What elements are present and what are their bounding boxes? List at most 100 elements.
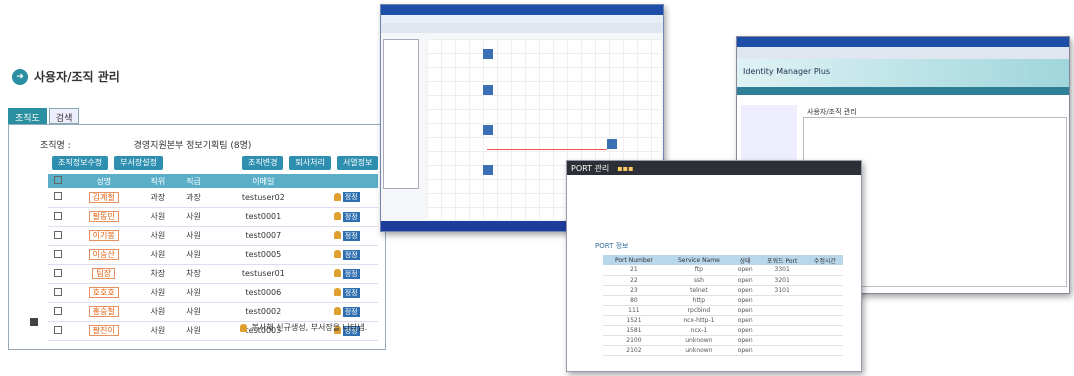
position-cell: 사원 (140, 302, 176, 322)
edit-button[interactable]: 정정 (342, 287, 360, 298)
user-name[interactable]: 팀장 (92, 268, 116, 279)
port-row: 1521 ncx-http-1 open (603, 315, 843, 326)
table-row[interactable]: 이기봉 사원 사원 test0007 정정 (48, 226, 378, 246)
grade-cell: 사원 (175, 207, 212, 227)
table-row[interactable]: 팔동민 사원 사원 test0001 정정 (48, 207, 378, 227)
user-table: 성명 직위 직급 이메일 김계철 과장 과장 testuser02 정정 팔동민… (48, 174, 378, 341)
change-org-button[interactable]: 조직변경 (242, 156, 284, 170)
port-cell: unknown (664, 335, 733, 346)
port-cell: 3101 (757, 285, 807, 296)
port-cell (757, 295, 807, 306)
email-cell: test0002 (211, 302, 316, 322)
position-cell: 차장 (140, 264, 176, 284)
tab-search[interactable]: 검색 (48, 108, 80, 124)
row-checkbox[interactable] (53, 230, 62, 239)
table-row[interactable]: 홍승철 사원 사원 test0002 정정 (48, 302, 378, 322)
row-checkbox[interactable] (53, 211, 62, 220)
email-cell: testuser01 (211, 264, 316, 284)
port-col: Service Name (664, 255, 733, 265)
user-name[interactable]: 홍승철 (88, 306, 119, 317)
port-cell: 1521 (603, 315, 665, 326)
edit-org-button[interactable]: 조직정보수정 (52, 156, 109, 170)
resign-button[interactable]: 퇴사처리 (289, 156, 331, 170)
edit-button[interactable]: 정정 (342, 230, 360, 241)
user-name[interactable]: 팔진이 (88, 325, 119, 336)
port-cell (757, 345, 807, 356)
row-checkbox[interactable] (53, 268, 62, 277)
org-label: 조직명 : (40, 141, 71, 151)
port-cell: 23 (603, 285, 665, 296)
port-cell: open (732, 295, 758, 306)
user-name[interactable]: 이승산 (88, 249, 119, 260)
port-cell (806, 315, 843, 326)
rank-button[interactable]: 서열정보 (336, 156, 379, 170)
title-bar (737, 37, 1069, 47)
port-window: PORT 관리 ▪▪▪ PORT 정보 Port Number Service N… (566, 160, 862, 372)
workflow-node[interactable] (483, 125, 493, 135)
port-cell: 2102 (603, 345, 665, 356)
user-icon (333, 212, 341, 220)
action-cell: 정정 (315, 207, 378, 227)
table-row[interactable]: 팀장 차장 차장 testuser01 정정 (48, 264, 378, 284)
user-name[interactable]: 김계철 (88, 191, 119, 203)
email-cell: test0001 (211, 207, 316, 227)
workflow-node[interactable] (483, 165, 493, 175)
table-row[interactable]: 이승산 사원 사원 test0005 정정 (48, 245, 378, 265)
row-checkbox[interactable] (53, 306, 62, 315)
edit-button[interactable]: 정정 (342, 211, 360, 222)
tab-org[interactable]: 조직도 (8, 108, 47, 124)
edit-button[interactable]: 정정 (342, 249, 360, 260)
action-cell: 정정 (315, 264, 378, 284)
table-row[interactable]: 김계철 과장 과장 testuser02 정정 (48, 188, 378, 208)
row-checkbox[interactable] (53, 287, 62, 296)
port-cell: open (732, 275, 758, 286)
org-name: 경영지원본부 정보기획팀 (8명) (133, 141, 252, 151)
port-row: 2102 unknown open (603, 345, 843, 356)
row-checkbox[interactable] (53, 249, 62, 258)
port-cell: http (664, 295, 733, 306)
workflow-node[interactable] (483, 49, 493, 59)
menu-icon: ▪▪▪ (617, 163, 634, 173)
edit-button[interactable]: 정정 (342, 192, 360, 203)
row-checkbox[interactable] (53, 325, 62, 334)
user-name[interactable]: 이기봉 (88, 230, 119, 241)
page-title-text: 사용자/조직 관리 (34, 70, 120, 84)
port-cell (806, 275, 843, 286)
port-cell (806, 305, 843, 316)
port-row: 23 telnet open 3101 (603, 285, 843, 296)
row-select (48, 302, 68, 322)
port-row: 22 ssh open 3201 (603, 275, 843, 286)
section-title: 사용자/조직 관리 (807, 108, 857, 116)
port-row: 111 rpcbind open (603, 305, 843, 316)
grade-cell: 사원 (175, 226, 212, 246)
port-cell (806, 295, 843, 306)
workflow-node[interactable] (607, 139, 617, 149)
user-icon (333, 192, 341, 201)
port-cell: ncx-http-1 (664, 315, 733, 326)
nav-ribbon (737, 87, 1069, 95)
port-cell (806, 335, 843, 346)
row-select (48, 207, 68, 227)
position-cell: 과장 (140, 188, 176, 208)
edit-button[interactable]: 정정 (342, 268, 360, 279)
position-cell: 사원 (140, 207, 176, 227)
name-cell: 김계철 (67, 188, 141, 208)
port-cell: 80 (603, 295, 665, 306)
user-icon (333, 231, 341, 239)
port-cell: 1581 (603, 325, 665, 336)
set-head-button[interactable]: 부서장설정 (114, 156, 163, 170)
user-name[interactable]: 팔동민 (88, 211, 119, 222)
port-row: 21 ftp open 3301 (603, 265, 843, 276)
col-name: 성명 (67, 174, 141, 188)
name-cell: 이기봉 (67, 226, 141, 246)
address-bar[interactable] (737, 47, 1069, 59)
edit-button[interactable]: 정정 (342, 306, 360, 317)
row-checkbox[interactable] (53, 192, 62, 201)
user-name[interactable]: 호호호 (88, 287, 119, 298)
action-cell: 정정 (315, 188, 378, 208)
table-row[interactable]: 호호호 사원 사원 test0006 정정 (48, 283, 378, 303)
workflow-node[interactable] (483, 85, 493, 95)
port-cell: telnet (664, 285, 733, 296)
expand-icon[interactable] (30, 318, 38, 326)
select-all-checkbox[interactable] (53, 176, 62, 184)
